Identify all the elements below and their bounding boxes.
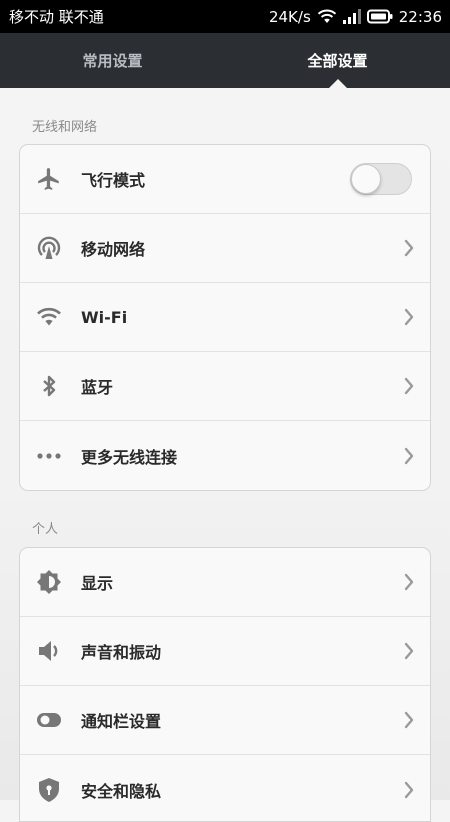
- more-icon: [34, 441, 64, 471]
- mobile-network-icon: [34, 233, 64, 263]
- chevron-right-icon: [404, 781, 414, 803]
- tab-label: 全部设置: [307, 52, 368, 70]
- settings-item-more-wireless[interactable]: 更多无线连接: [20, 421, 430, 490]
- settings-item-notification-bar[interactable]: 通知栏设置: [20, 686, 430, 755]
- chevron-right-icon: [404, 239, 414, 261]
- airplane-icon: [34, 164, 64, 194]
- settings-item-label: 蓝牙: [81, 378, 114, 397]
- settings-item-airplane-mode[interactable]: 飞行模式: [20, 145, 430, 214]
- settings-item-label: 显示: [81, 574, 114, 593]
- notification-toggle-icon: [34, 705, 64, 735]
- toggle-knob: [351, 164, 381, 194]
- settings-item-display[interactable]: 显示: [20, 548, 430, 617]
- wireless-card: 飞行模式 移动网络 Wi-Fi 蓝牙 更多无线连接: [19, 144, 431, 491]
- settings-item-security-privacy[interactable]: 安全和隐私: [20, 755, 430, 821]
- wifi-icon: [317, 9, 337, 24]
- settings-item-mobile-network[interactable]: 移动网络: [20, 214, 430, 283]
- battery-icon: [366, 9, 393, 24]
- clock: 22:36: [398, 7, 442, 26]
- signal-icon: [342, 9, 361, 24]
- section-header-wireless: 无线和网络: [32, 120, 98, 135]
- settings-item-sound-vibration[interactable]: 声音和振动: [20, 617, 430, 686]
- tab-label: 常用设置: [82, 52, 143, 70]
- wifi-icon: [34, 302, 64, 332]
- settings-item-label: Wi-Fi: [81, 307, 128, 327]
- chevron-right-icon: [404, 711, 414, 733]
- chevron-right-icon: [404, 642, 414, 664]
- settings-item-label: 飞行模式: [81, 171, 146, 190]
- chevron-right-icon: [404, 308, 414, 330]
- carrier-label: 移不动 联不通: [9, 8, 104, 26]
- chevron-right-icon: [404, 377, 414, 399]
- speaker-icon: [34, 636, 64, 666]
- status-bar: 移不动 联不通 24K/s 22:36: [0, 0, 450, 33]
- settings-item-label: 安全和隐私: [81, 781, 162, 801]
- bluetooth-icon: [34, 371, 64, 401]
- tab-all-settings[interactable]: 全部设置: [225, 33, 450, 88]
- settings-item-label: 移动网络: [81, 240, 146, 259]
- status-indicators: 24K/s 22:36: [269, 8, 442, 26]
- settings-item-wifi[interactable]: Wi-Fi: [20, 283, 430, 352]
- network-speed: 24K/s: [268, 7, 311, 26]
- settings-tabbar: 常用设置 全部设置: [0, 33, 450, 88]
- settings-item-label: 通知栏设置: [81, 712, 162, 731]
- personal-card: 显示 声音和振动 通知栏设置 安全和隐私: [19, 547, 431, 822]
- chevron-right-icon: [404, 573, 414, 595]
- chevron-right-icon: [404, 447, 414, 469]
- section-header-personal: 个人: [32, 522, 59, 537]
- settings-item-bluetooth[interactable]: 蓝牙: [20, 352, 430, 421]
- tab-common-settings[interactable]: 常用设置: [0, 33, 225, 88]
- settings-item-label: 更多无线连接: [81, 447, 178, 467]
- brightness-icon: [34, 567, 64, 597]
- shield-icon: [34, 775, 64, 805]
- airplane-mode-toggle[interactable]: [350, 163, 412, 195]
- settings-item-label: 声音和振动: [81, 643, 162, 662]
